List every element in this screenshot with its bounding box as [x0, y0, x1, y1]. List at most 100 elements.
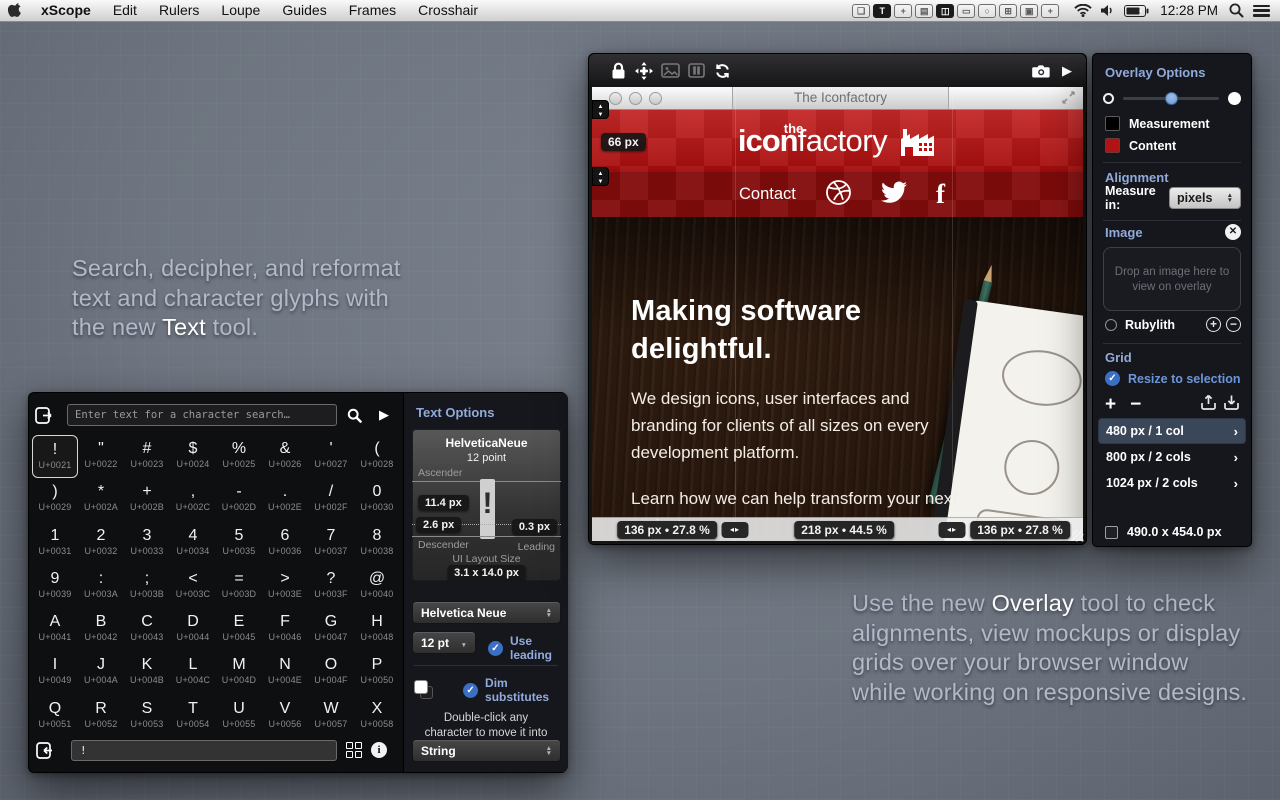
character-cell[interactable]: C U+0043: [124, 608, 170, 651]
menu-item-crosshair[interactable]: Crosshair: [407, 0, 489, 22]
character-cell[interactable]: & U+0026: [262, 435, 308, 478]
content-color-swatch[interactable]: [1105, 138, 1120, 153]
columns-overlay-icon[interactable]: [683, 63, 709, 78]
character-cell[interactable]: 4 U+0034: [170, 522, 216, 565]
character-cell[interactable]: L U+004C: [170, 651, 216, 694]
character-cell[interactable]: ! U+0021: [32, 435, 78, 479]
paste-out-icon[interactable]: [29, 406, 59, 424]
character-cell[interactable]: 8 U+0038: [354, 522, 400, 565]
remove-preset-button[interactable]: −: [1130, 395, 1141, 414]
rulers-tool-icon[interactable]: ▤: [915, 3, 934, 18]
guides-tool-icon[interactable]: ▣: [1020, 3, 1039, 18]
column-drag-handle[interactable]: ◂▸: [721, 521, 749, 538]
character-cell[interactable]: U U+0055: [216, 695, 262, 738]
dribbble-icon[interactable]: [825, 179, 852, 211]
refresh-icon[interactable]: [709, 63, 735, 79]
character-cell[interactable]: . U+002E: [262, 478, 308, 521]
character-cell[interactable]: ; U+003B: [124, 565, 170, 608]
frames-tool-icon[interactable]: ▭: [957, 3, 976, 18]
info-icon[interactable]: i: [371, 742, 387, 758]
character-cell[interactable]: (U+0028: [354, 435, 400, 478]
character-cell[interactable]: I U+0049: [32, 651, 78, 694]
character-cell[interactable]: > U+003E: [262, 565, 308, 608]
menu-item-loupe[interactable]: Loupe: [210, 0, 271, 22]
apple-menu-icon[interactable]: [0, 2, 30, 19]
minimize-traffic-light[interactable]: [629, 92, 642, 105]
character-cell[interactable]: < U+003C: [170, 565, 216, 608]
camera-icon[interactable]: [1028, 64, 1054, 78]
grid-view-icon[interactable]: [337, 742, 371, 758]
character-cell[interactable]: $ U+0024: [170, 435, 216, 478]
import-presets-icon[interactable]: [1224, 394, 1239, 415]
menu-item-frames[interactable]: Frames: [338, 0, 407, 22]
run-search-icon[interactable]: ▶: [379, 407, 389, 423]
character-cell[interactable]: : U+003A: [78, 565, 124, 608]
mode-dropdown[interactable]: String ▲ ▼: [412, 739, 561, 762]
character-cell[interactable]: " U+0022: [78, 435, 124, 478]
twitter-icon[interactable]: [880, 181, 908, 209]
character-cell[interactable]: W U+0057: [308, 695, 354, 738]
zoom-in-icon[interactable]: +: [1206, 317, 1221, 332]
font-size-dropdown[interactable]: 12 pt ▲▼: [412, 631, 476, 654]
character-cell[interactable]: S U+0053: [124, 695, 170, 738]
menu-bar-clock[interactable]: 12:28 PM: [1158, 3, 1220, 18]
volume-icon[interactable]: [1101, 4, 1115, 17]
font-family-dropdown[interactable]: Helvetica Neue ▲ ▼: [412, 601, 561, 624]
image-drop-zone[interactable]: Drop an image here to view on overlay: [1103, 247, 1241, 311]
character-cell[interactable]: M U+004D: [216, 651, 262, 694]
grid-preset-item[interactable]: 1024 px / 2 cols ›: [1098, 470, 1246, 496]
character-cell[interactable]: T U+0054: [170, 695, 216, 738]
wifi-icon[interactable]: [1074, 4, 1092, 17]
column-guide-right[interactable]: [952, 87, 953, 541]
units-dropdown[interactable]: pixels ▲ ▼: [1169, 187, 1241, 209]
character-cell[interactable]: 7 U+0037: [308, 522, 354, 565]
measure-stepper-bottom[interactable]: ▲ ▼: [592, 167, 609, 186]
screens-tool-icon[interactable]: ⊞: [999, 3, 1018, 18]
crosshair-tool-icon[interactable]: +: [1041, 3, 1060, 18]
character-cell[interactable]: R U+0052: [78, 695, 124, 738]
measurement-color-row[interactable]: Measurement: [1105, 116, 1210, 131]
move-tool-icon[interactable]: [631, 61, 657, 80]
character-cell[interactable]: ? U+003F: [308, 565, 354, 608]
character-cell[interactable]: # U+0023: [124, 435, 170, 478]
character-cell[interactable]: N U+004E: [262, 651, 308, 694]
rubylith-radio[interactable]: [1105, 318, 1117, 331]
character-cell[interactable]: F U+0046: [262, 608, 308, 651]
export-presets-icon[interactable]: [1201, 394, 1216, 415]
character-cell[interactable]: J U+004A: [78, 651, 124, 694]
character-cell[interactable]: B U+0042: [78, 608, 124, 651]
character-search-input[interactable]: Enter text for a character search…: [67, 404, 337, 426]
columns-tool-icon[interactable]: ◫: [936, 3, 955, 18]
character-cell[interactable]: Q U+0051: [32, 695, 78, 738]
character-cell[interactable]: P U+0050: [354, 651, 400, 694]
character-cell[interactable]: 3 U+0033: [124, 522, 170, 565]
opacity-min-icon[interactable]: [1103, 92, 1114, 104]
character-cell[interactable]: H U+0048: [354, 608, 400, 651]
character-cell[interactable]: 6 U+0036: [262, 522, 308, 565]
column-drag-handle[interactable]: ◂▸: [938, 521, 966, 538]
battery-icon[interactable]: [1124, 4, 1149, 17]
search-icon[interactable]: [337, 408, 371, 423]
spotlight-icon[interactable]: [1229, 3, 1244, 18]
zoom-traffic-light[interactable]: [649, 92, 662, 105]
dimensions-tool-icon[interactable]: +: [894, 3, 913, 18]
slider-track[interactable]: [1123, 91, 1219, 105]
character-cell[interactable]: G U+0047: [308, 608, 354, 651]
character-cell[interactable]: K U+004B: [124, 651, 170, 694]
character-cell[interactable]: % U+0025: [216, 435, 262, 478]
custom-size-row[interactable]: 490.0 x 454.0 px: [1105, 525, 1222, 539]
character-cell[interactable]: @ U+0040: [354, 565, 400, 608]
facebook-icon[interactable]: f: [936, 181, 945, 208]
grid-preset-item[interactable]: 480 px / 1 col ›: [1098, 418, 1246, 444]
character-cell[interactable]: 2 U+0032: [78, 522, 124, 565]
iconfactory-logo[interactable]: the icon factory: [592, 110, 1083, 172]
character-cell[interactable]: ' U+0027: [308, 435, 354, 478]
character-cell[interactable]: V U+0056: [262, 695, 308, 738]
notification-list-icon[interactable]: [1253, 4, 1270, 17]
resize-to-selection-checkbox[interactable]: ✓ Resize to selection: [1105, 371, 1241, 386]
character-cell[interactable]: / U+002F: [308, 478, 354, 521]
paste-in-icon[interactable]: [29, 741, 61, 759]
character-cell[interactable]: + U+002B: [124, 478, 170, 521]
nav-contact-link[interactable]: Contact: [739, 185, 796, 204]
image-overlay-icon[interactable]: [657, 63, 683, 78]
